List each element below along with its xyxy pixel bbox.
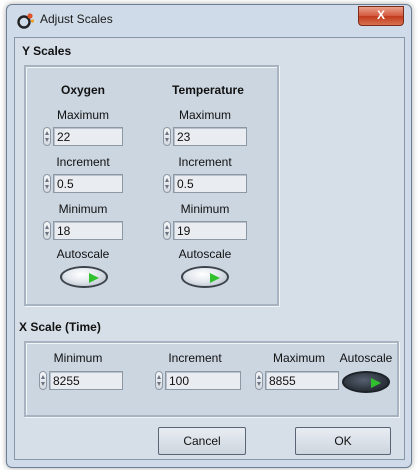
temperature-minimum-control: 19 bbox=[163, 221, 247, 240]
autoscale-indicator-icon bbox=[210, 273, 220, 283]
adjust-scales-dialog: Adjust Scales X Y Scales Oxygen Maximum … bbox=[6, 4, 412, 468]
x-autoscale-label: Autoscale bbox=[339, 351, 393, 365]
spin-up-icon bbox=[165, 225, 169, 229]
close-button[interactable]: X bbox=[358, 6, 404, 26]
x-maximum-input[interactable]: 8855 bbox=[265, 371, 339, 390]
spin-down-icon bbox=[45, 232, 49, 236]
x-maximum-label: Maximum bbox=[272, 351, 325, 365]
temperature-heading: Temperature bbox=[172, 83, 244, 97]
autoscale-indicator-icon bbox=[371, 378, 381, 388]
spin-up-icon bbox=[45, 225, 49, 229]
spin-down-icon bbox=[157, 382, 161, 386]
temperature-increment-control: 0.5 bbox=[163, 174, 247, 193]
spin-down-icon bbox=[165, 185, 169, 189]
oxygen-minimum-input[interactable]: 18 bbox=[53, 221, 123, 240]
y-scales-group: Oxygen Maximum 22 Increment 0.5 Minimum … bbox=[24, 65, 279, 306]
spin-down-icon bbox=[45, 138, 49, 142]
temperature-maximum-control: 23 bbox=[163, 127, 247, 146]
oxygen-minimum-control: 18 bbox=[43, 221, 123, 240]
title-bar[interactable]: Adjust Scales X bbox=[7, 5, 411, 35]
temperature-autoscale-label: Autoscale bbox=[178, 247, 232, 261]
spin-up-icon bbox=[157, 375, 161, 379]
dialog-client-area: Y Scales Oxygen Maximum 22 Increment 0.5… bbox=[14, 37, 405, 460]
temperature-minimum-label: Minimum bbox=[180, 202, 230, 216]
temperature-increment-input[interactable]: 0.5 bbox=[173, 174, 247, 193]
oxygen-increment-label: Increment bbox=[56, 155, 110, 169]
oxygen-increment-control: 0.5 bbox=[43, 174, 123, 193]
cancel-button[interactable]: Cancel bbox=[158, 427, 246, 455]
temperature-increment-spinner[interactable] bbox=[163, 174, 171, 193]
x-maximum-spinner[interactable] bbox=[255, 371, 263, 390]
spin-down-icon bbox=[165, 232, 169, 236]
spin-down-icon bbox=[257, 382, 261, 386]
x-autoscale-toggle[interactable] bbox=[342, 371, 390, 393]
x-increment-input[interactable]: 100 bbox=[165, 371, 241, 390]
oxygen-maximum-spinner[interactable] bbox=[43, 127, 51, 146]
x-minimum-spinner[interactable] bbox=[39, 371, 47, 390]
spin-up-icon bbox=[257, 375, 261, 379]
oxygen-maximum-control: 22 bbox=[43, 127, 123, 146]
oxygen-minimum-label: Minimum bbox=[58, 202, 108, 216]
spin-up-icon bbox=[41, 375, 45, 379]
ok-button[interactable]: OK bbox=[295, 427, 391, 455]
window-title: Adjust Scales bbox=[40, 12, 113, 26]
oxygen-autoscale-label: Autoscale bbox=[56, 247, 110, 261]
oxygen-maximum-input[interactable]: 22 bbox=[53, 127, 123, 146]
spin-up-icon bbox=[165, 178, 169, 182]
temperature-maximum-input[interactable]: 23 bbox=[173, 127, 247, 146]
oxygen-increment-input[interactable]: 0.5 bbox=[53, 174, 123, 193]
x-scale-group: Minimum 8255 Increment 100 Maximum 8855 … bbox=[24, 341, 399, 417]
temperature-autoscale-toggle[interactable] bbox=[181, 266, 229, 288]
temperature-maximum-label: Maximum bbox=[178, 108, 231, 122]
x-increment-spinner[interactable] bbox=[155, 371, 163, 390]
app-icon bbox=[17, 13, 34, 29]
x-minimum-input[interactable]: 8255 bbox=[49, 371, 123, 390]
spin-down-icon bbox=[41, 382, 45, 386]
x-increment-label: Increment bbox=[168, 351, 222, 365]
temperature-maximum-spinner[interactable] bbox=[163, 127, 171, 146]
spin-down-icon bbox=[165, 138, 169, 142]
spin-up-icon bbox=[45, 178, 49, 182]
oxygen-minimum-spinner[interactable] bbox=[43, 221, 51, 240]
oxygen-autoscale-toggle[interactable] bbox=[60, 266, 108, 288]
x-minimum-label: Minimum bbox=[53, 351, 103, 365]
spin-up-icon bbox=[165, 131, 169, 135]
oxygen-maximum-label: Maximum bbox=[56, 108, 109, 122]
temperature-minimum-input[interactable]: 19 bbox=[173, 221, 247, 240]
spin-up-icon bbox=[45, 131, 49, 135]
oxygen-heading: Oxygen bbox=[60, 83, 105, 97]
temperature-increment-label: Increment bbox=[178, 155, 232, 169]
x-scale-label: X Scale (Time) bbox=[19, 320, 101, 334]
y-scales-label: Y Scales bbox=[22, 44, 72, 58]
temperature-minimum-spinner[interactable] bbox=[163, 221, 171, 240]
x-minimum-control: 8255 bbox=[39, 371, 123, 390]
x-maximum-control: 8855 bbox=[255, 371, 339, 390]
spin-down-icon bbox=[45, 185, 49, 189]
autoscale-indicator-icon bbox=[89, 273, 99, 283]
oxygen-increment-spinner[interactable] bbox=[43, 174, 51, 193]
x-increment-control: 100 bbox=[155, 371, 241, 390]
